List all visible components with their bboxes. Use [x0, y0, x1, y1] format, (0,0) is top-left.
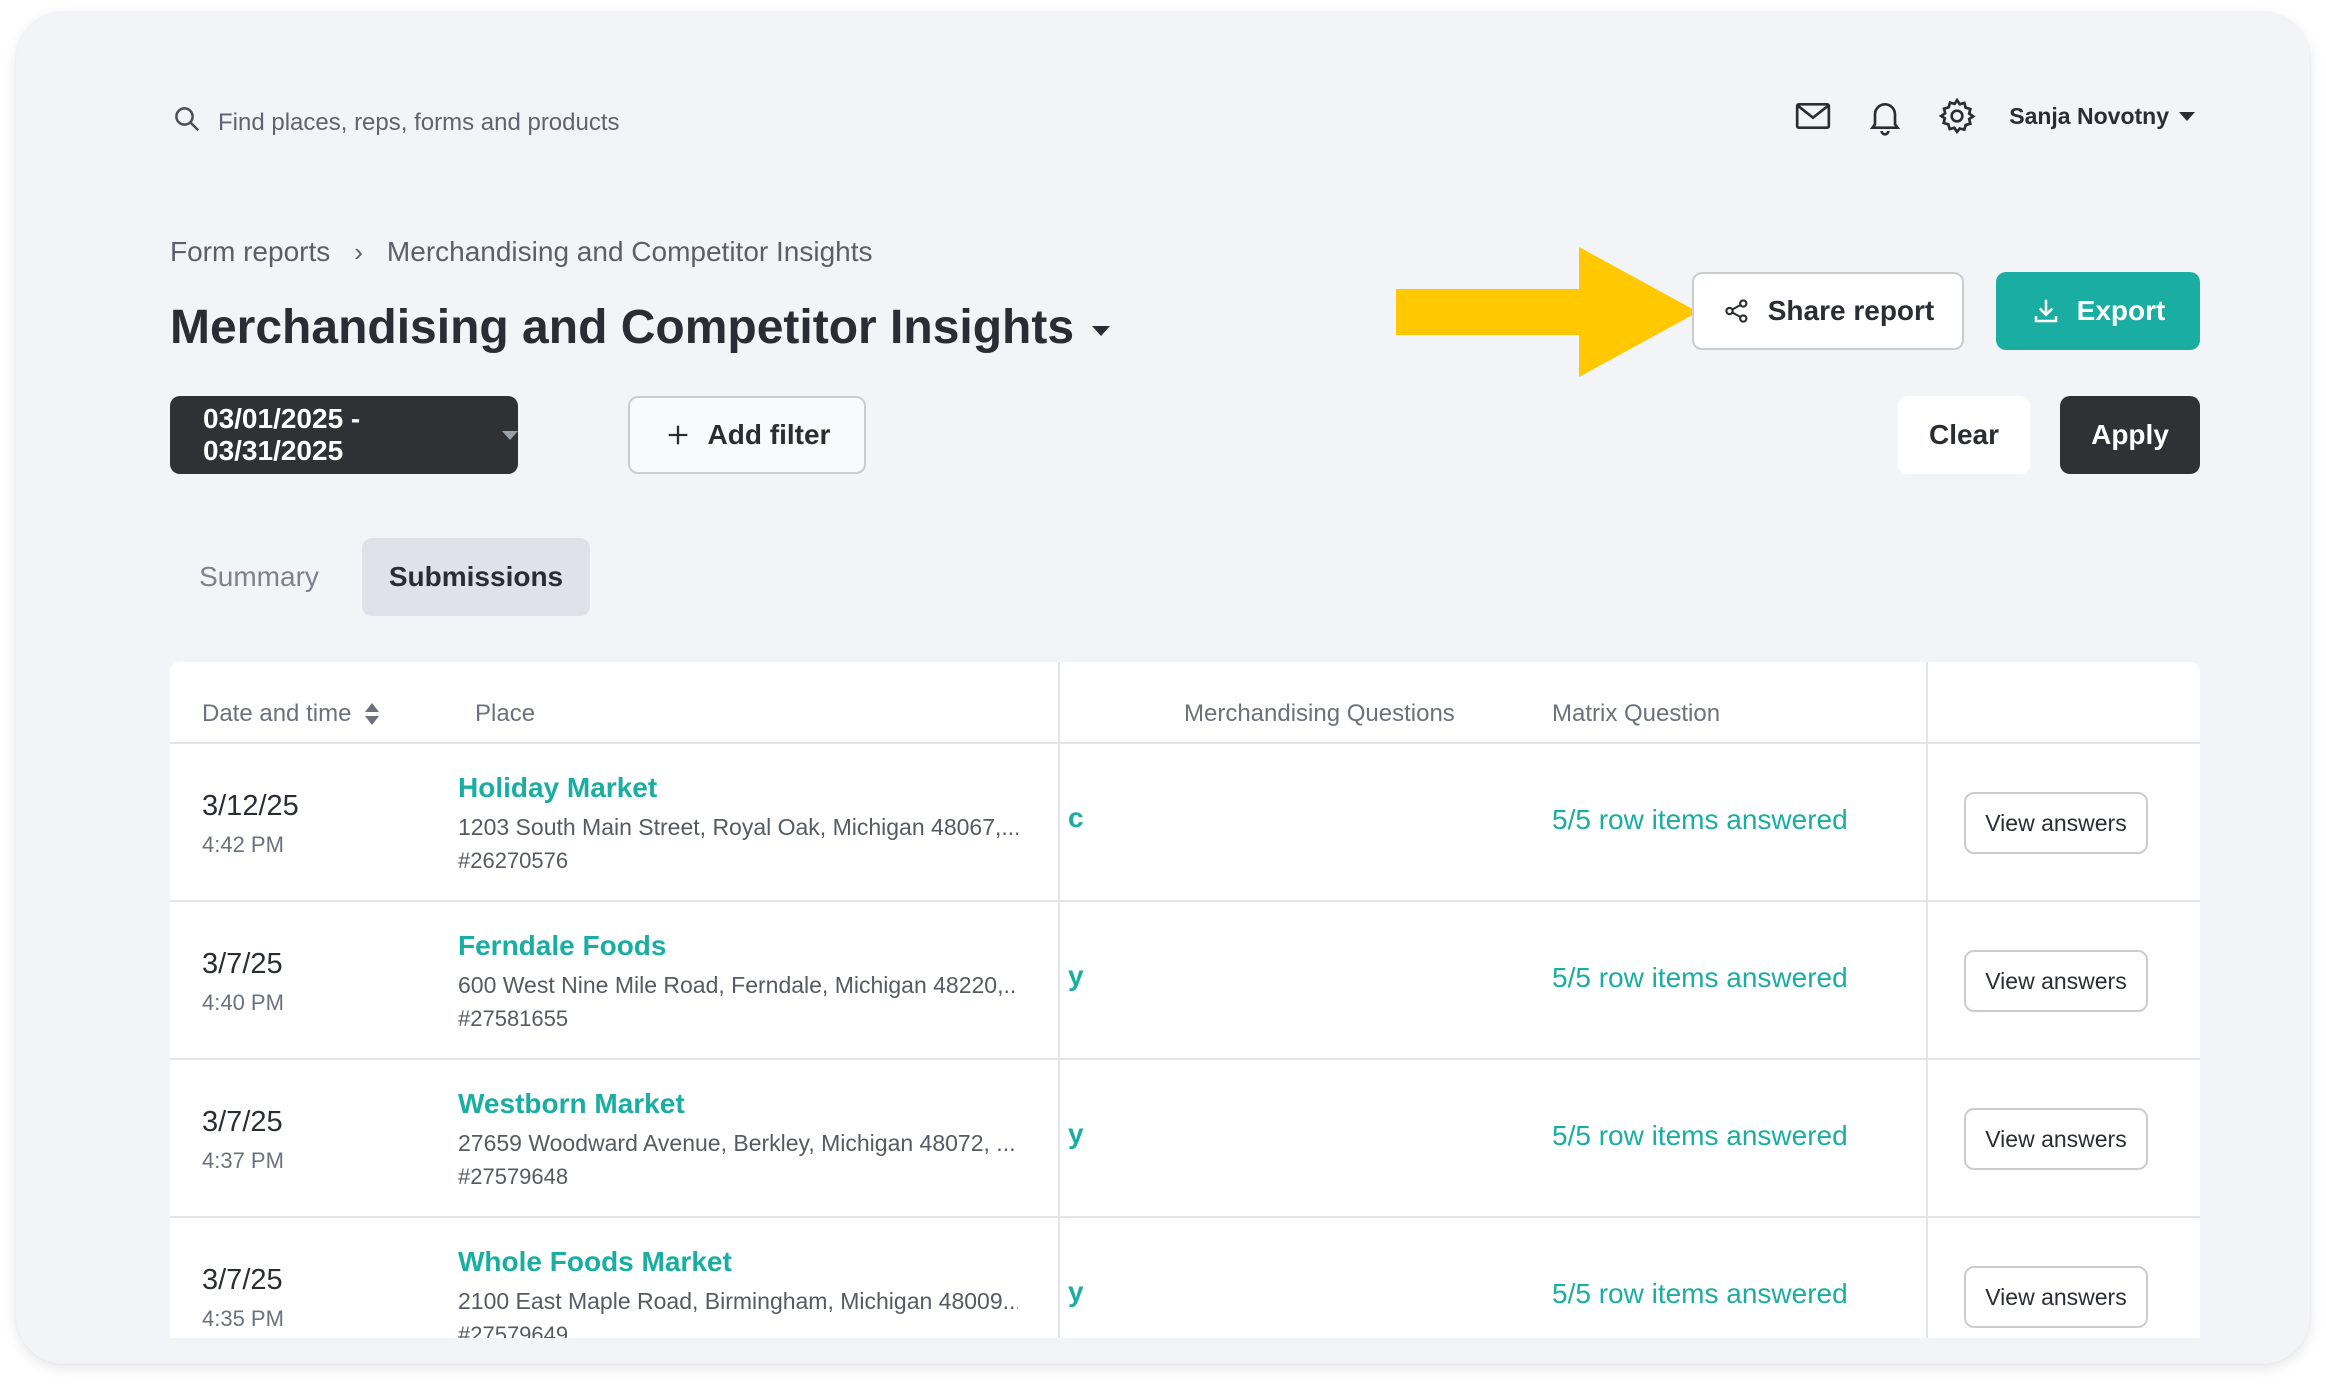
row-date: 3/7/25 — [202, 948, 283, 980]
gear-icon[interactable] — [1935, 94, 1979, 138]
chevron-down-icon — [502, 430, 518, 440]
row-date: 3/12/25 — [202, 790, 299, 822]
export-button[interactable]: Export — [1996, 272, 2200, 350]
table-row: 3/7/25 4:37 PM Westborn Market 27659 Woo… — [170, 1060, 2200, 1216]
column-header-matrix: Matrix Question — [1552, 700, 1721, 727]
place-address: 2100 East Maple Road, Birmingham, Michig… — [458, 1288, 1018, 1314]
user-menu[interactable]: Sanja Novotny — [2009, 103, 2195, 130]
row-time: 4:37 PM — [202, 1148, 284, 1173]
matrix-answer-link[interactable]: 5/5 row items answered — [1552, 804, 1848, 836]
place-address: 27659 Woodward Avenue, Berkley, Michigan… — [458, 1130, 1016, 1156]
date-range-value: 03/01/2025 - 03/31/2025 — [203, 403, 361, 466]
place-id: #27579649 — [458, 1322, 569, 1338]
breadcrumb-current: Merchandising and Competitor Insights — [386, 236, 873, 267]
place-id: #27579648 — [458, 1164, 569, 1189]
column-header-place: Place — [475, 700, 536, 727]
row-time: 4:42 PM — [202, 832, 284, 857]
add-filter-button[interactable]: Add filter — [628, 396, 866, 474]
place-id: #26270576 — [458, 848, 569, 873]
share-report-button[interactable]: Share report — [1692, 272, 1964, 350]
row-date: 3/7/25 — [202, 1106, 283, 1138]
place-link[interactable]: Westborn Market — [458, 1088, 685, 1120]
page-title-text: Merchandising and Competitor Insights — [170, 301, 1075, 354]
place-link[interactable]: Holiday Market — [458, 772, 657, 804]
apply-button[interactable]: Apply — [2060, 396, 2200, 474]
row-date: 3/7/25 — [202, 1264, 283, 1296]
place-link[interactable]: Whole Foods Market — [458, 1246, 732, 1278]
chevron-down-icon — [1092, 325, 1111, 336]
global-search[interactable]: Find places, reps, forms and products — [172, 104, 620, 141]
view-answers-button[interactable]: View answers — [1964, 950, 2148, 1012]
search-input-placeholder[interactable]: Find places, reps, forms and products — [218, 109, 620, 137]
submissions-table: Date and time Place Merchandising Questi… — [170, 662, 2200, 1338]
search-icon — [172, 104, 202, 141]
user-name: Sanja Novotny — [2009, 102, 2169, 129]
bell-icon[interactable] — [1863, 94, 1907, 138]
matrix-answer-link[interactable]: 5/5 row items answered — [1552, 962, 1848, 994]
clear-button[interactable]: Clear — [1898, 396, 2030, 474]
matrix-answer-link[interactable]: 5/5 row items answered — [1552, 1278, 1848, 1310]
app-window: Find places, reps, forms and products Sa… — [16, 12, 2310, 1364]
row-time: 4:35 PM — [202, 1306, 284, 1331]
place-id: #27581655 — [458, 1006, 569, 1031]
mail-icon[interactable] — [1791, 94, 1835, 138]
top-actions: Sanja Novotny — [1763, 94, 2195, 138]
tab-summary[interactable]: Summary — [184, 538, 334, 616]
table-row: 3/7/25 4:35 PM Whole Foods Market 2100 E… — [170, 1218, 2200, 1338]
share-report-label: Share report — [1767, 295, 1935, 326]
merchandising-answer[interactable]: y — [1068, 960, 1084, 992]
download-icon — [2034, 299, 2057, 323]
merchandising-answer[interactable]: c — [1068, 802, 1084, 834]
column-header-merchandising: Merchandising Questions — [1184, 700, 1455, 727]
place-address: 1203 South Main Street, Royal Oak, Michi… — [458, 814, 1018, 840]
matrix-answer-link[interactable]: 5/5 row items answered — [1552, 1120, 1848, 1152]
share-icon — [1725, 299, 1748, 323]
add-filter-label: Add filter — [707, 419, 831, 450]
table-row: 3/7/25 4:40 PM Ferndale Foods 600 West N… — [170, 902, 2200, 1058]
place-address: 600 West Nine Mile Road, Ferndale, Michi… — [458, 972, 1018, 998]
place-link[interactable]: Ferndale Foods — [458, 930, 666, 962]
table-row: 3/12/25 4:42 PM Holiday Market 1203 Sout… — [170, 744, 2200, 900]
annotation-arrow-icon — [1396, 247, 1698, 377]
sort-icon — [365, 703, 380, 725]
row-time: 4:40 PM — [202, 990, 284, 1015]
export-label: Export — [2076, 295, 2166, 326]
view-answers-button[interactable]: View answers — [1964, 1108, 2148, 1170]
date-range-picker[interactable]: 03/01/2025 - 03/31/2025 — [170, 396, 518, 474]
view-answers-button[interactable]: View answers — [1964, 1266, 2148, 1328]
merchandising-answer[interactable]: y — [1068, 1276, 1084, 1308]
view-answers-button[interactable]: View answers — [1964, 792, 2148, 854]
breadcrumb-form-reports[interactable]: Form reports — [170, 236, 330, 268]
chevron-right-icon: › — [354, 236, 363, 267]
tab-submissions[interactable]: Submissions — [362, 538, 590, 616]
chevron-down-icon — [2179, 111, 2195, 121]
merchandising-answer[interactable]: y — [1068, 1118, 1084, 1150]
column-header-date[interactable]: Date and time — [202, 700, 380, 728]
page-title[interactable]: Merchandising and Competitor Insights — [170, 300, 1111, 355]
plus-icon — [668, 425, 687, 445]
breadcrumb: Form reports › Merchandising and Competi… — [170, 236, 873, 268]
